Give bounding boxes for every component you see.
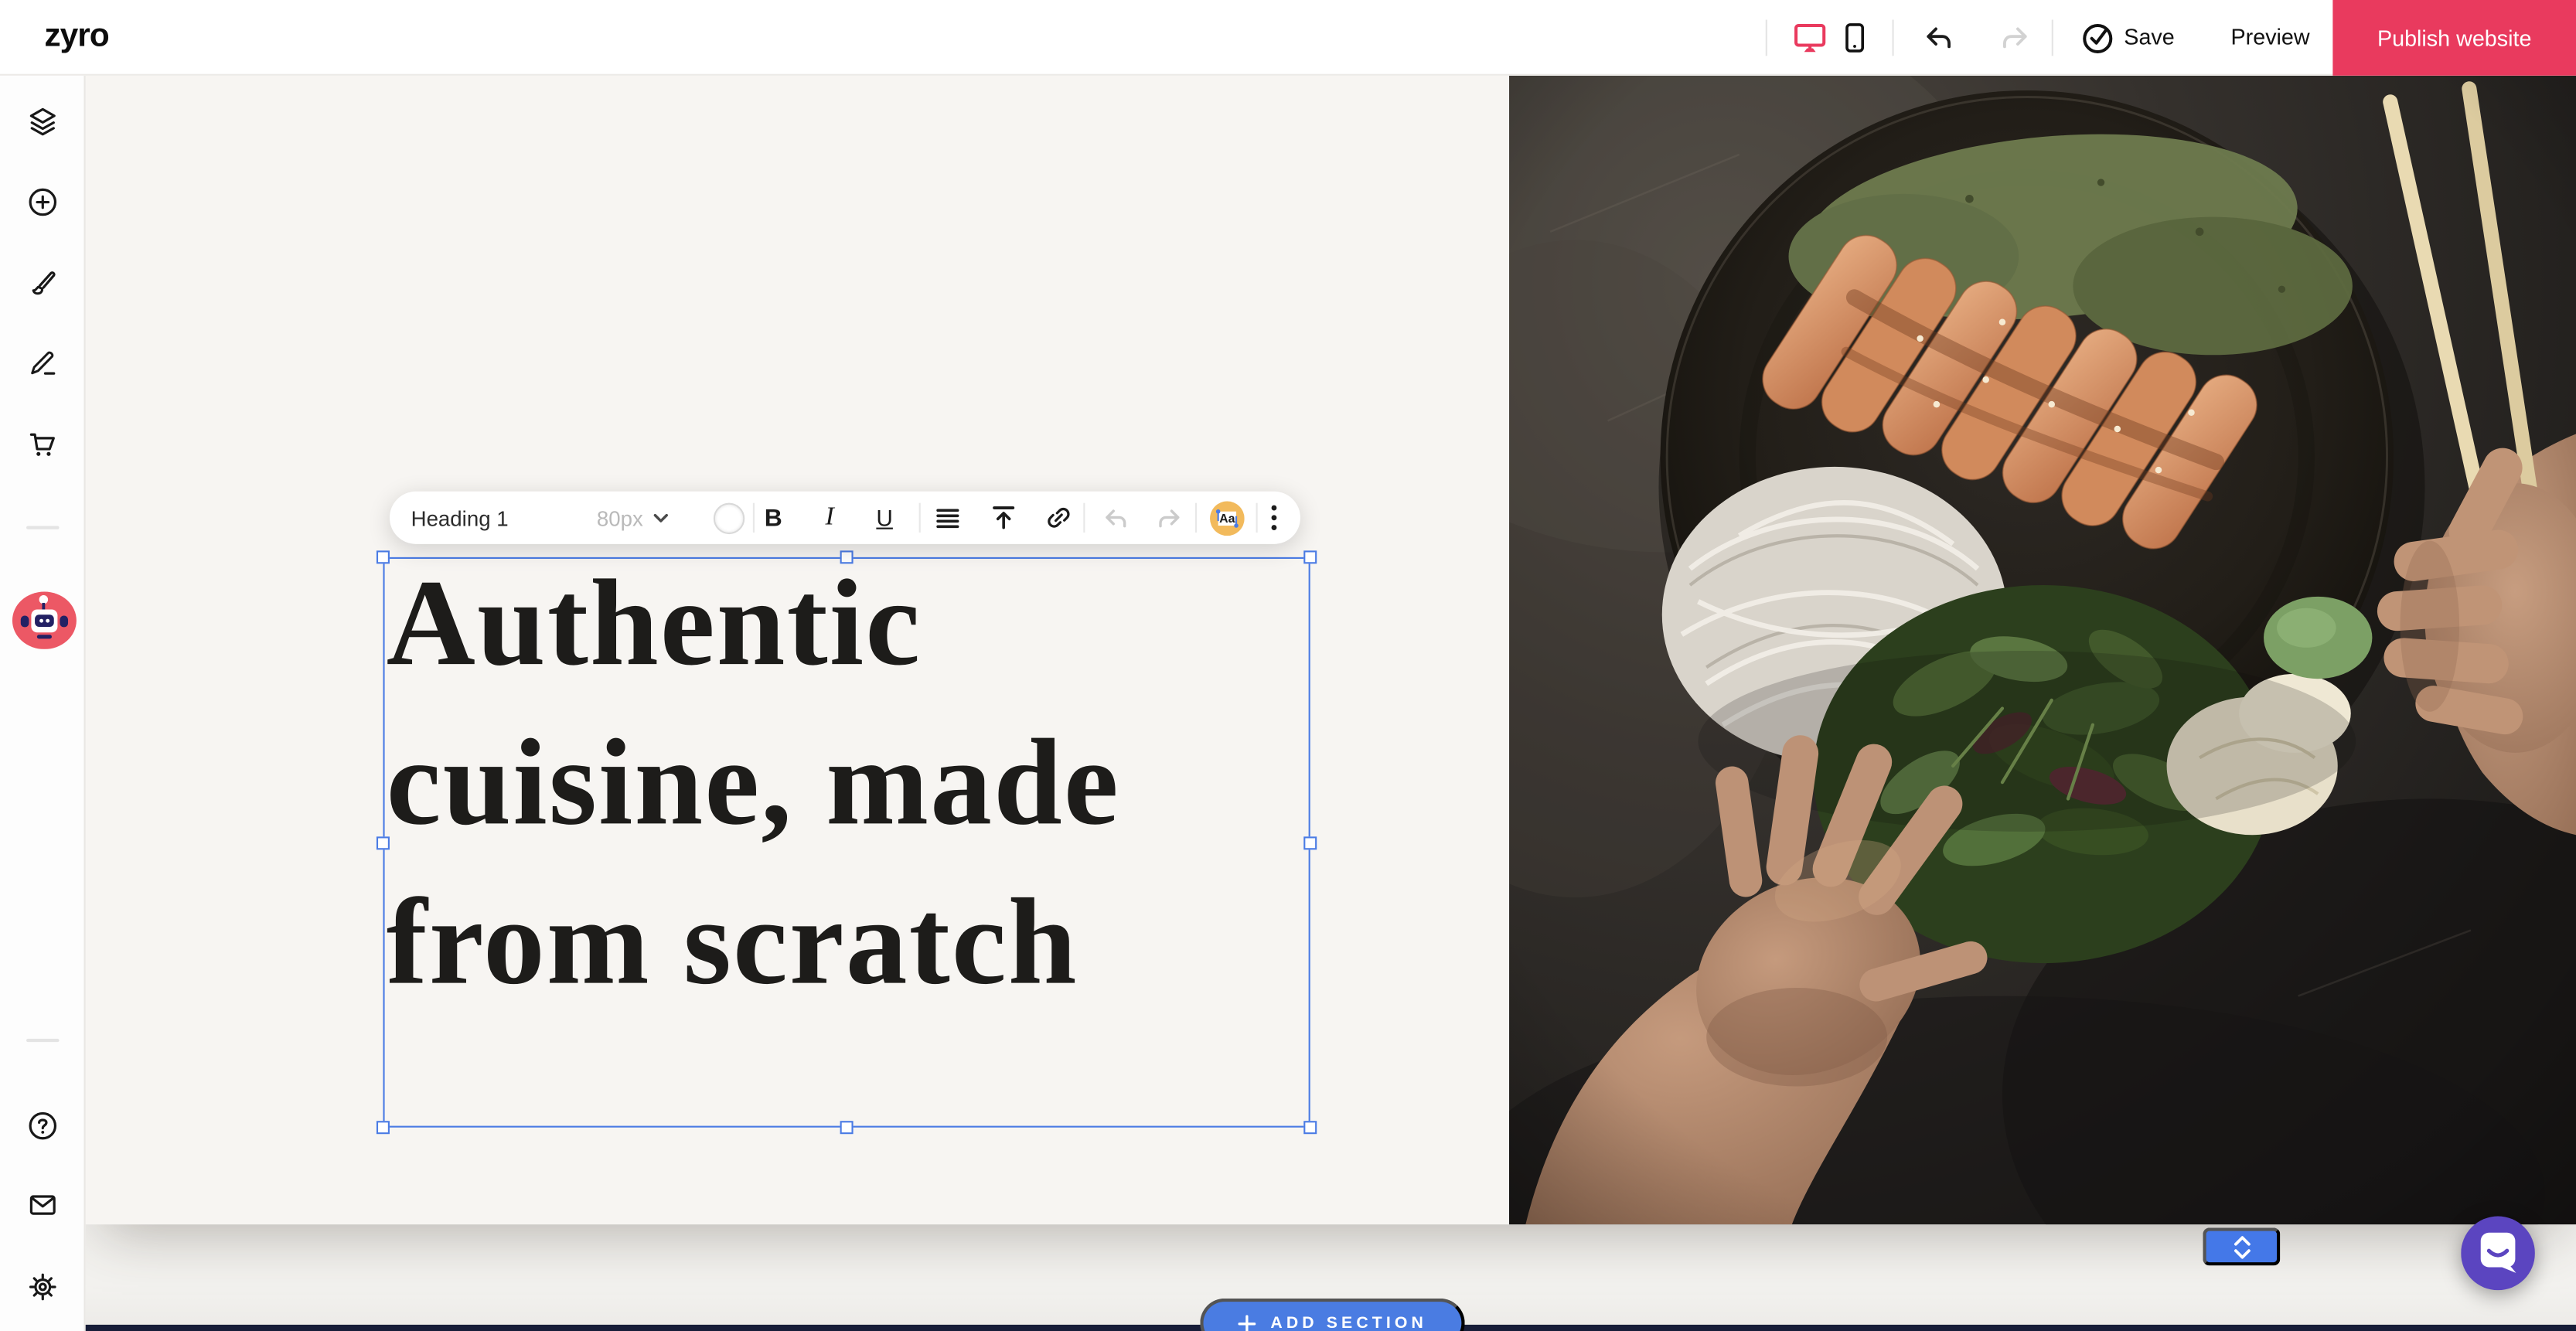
resize-handle[interactable] <box>377 1121 390 1134</box>
add-circle-icon <box>26 186 60 219</box>
save-label[interactable]: Save <box>2124 25 2174 49</box>
save-button[interactable] <box>2080 20 2116 56</box>
desktop-icon <box>1792 20 1828 56</box>
mail-icon <box>26 1188 60 1221</box>
chat-bubble-icon <box>2461 1217 2535 1291</box>
hero-heading[interactable]: Authentic cuisine, made from scratch <box>387 544 1120 1023</box>
sidebar-item-store[interactable] <box>26 427 60 461</box>
undo-icon <box>1102 504 1130 532</box>
plus-icon <box>1238 1314 1256 1331</box>
redo-icon <box>1999 22 2033 55</box>
resize-handle[interactable] <box>1303 836 1317 849</box>
sidebar-divider <box>26 526 60 529</box>
chat-widget-button[interactable] <box>2461 1217 2535 1291</box>
topbar-divider <box>1892 20 1893 56</box>
undo-icon <box>1922 22 1955 55</box>
svg-text:Aa: Aa <box>1219 512 1235 525</box>
zyro-logo[interactable]: zyro <box>44 18 108 56</box>
heading-line: Authentic <box>387 544 1120 703</box>
sidebar-item-contact[interactable] <box>26 1188 60 1221</box>
text-color-picker[interactable] <box>714 492 745 544</box>
resize-handle[interactable] <box>840 1121 854 1134</box>
text-align-button[interactable] <box>935 492 960 544</box>
toolbar-redo-button[interactable] <box>1156 492 1184 544</box>
resize-handle[interactable] <box>840 550 854 563</box>
desktop-view-button[interactable] <box>1792 20 1828 56</box>
save-check-icon <box>2080 20 2116 56</box>
resize-handle[interactable] <box>1303 1121 1317 1134</box>
chevron-down-icon <box>653 512 669 523</box>
toolbar-divider <box>1195 503 1197 533</box>
cart-icon <box>26 427 60 461</box>
ai-text-generator-button[interactable]: Aa <box>1210 492 1245 544</box>
layers-icon <box>26 105 60 138</box>
underline-button[interactable]: U <box>876 492 893 544</box>
help-icon <box>26 1109 60 1142</box>
more-options-button[interactable] <box>1271 492 1278 544</box>
heading-line: from scratch <box>387 863 1120 1022</box>
ai-text-badge-icon: Aa <box>1210 500 1245 535</box>
heading-line: cuisine, made <box>387 703 1120 863</box>
mobile-view-button[interactable] <box>1836 20 1872 56</box>
sidebar-divider <box>26 1039 60 1042</box>
redo-icon <box>1156 504 1184 532</box>
redo-button[interactable] <box>1998 20 2034 56</box>
topbar-divider <box>2052 20 2053 56</box>
ai-assistant-avatar-icon <box>12 592 77 649</box>
link-button[interactable] <box>1045 492 1072 544</box>
canvas-workspace: Authentic cuisine, made from scratch Hea… <box>86 76 2576 1331</box>
sidebar-item-help[interactable] <box>26 1109 60 1142</box>
align-justify-icon <box>935 506 960 530</box>
publish-website-button[interactable]: Publish website <box>2332 0 2576 76</box>
bold-button[interactable]: B <box>765 492 782 544</box>
sidebar-item-add-element[interactable] <box>26 186 60 219</box>
add-section-button[interactable]: ADD SECTION <box>1200 1299 1464 1331</box>
sidebar-item-ai-assistant[interactable] <box>12 592 77 649</box>
sidebar-item-settings[interactable] <box>26 1271 60 1304</box>
vertical-align-top-button[interactable] <box>991 492 1016 544</box>
undo-button[interactable] <box>1920 20 1957 56</box>
toolbar-divider <box>1256 503 1258 533</box>
link-icon <box>1045 505 1072 531</box>
hero-section[interactable]: Authentic cuisine, made from scratch Hea… <box>86 76 2576 1224</box>
settings-icon <box>26 1271 60 1304</box>
topbar-divider <box>1766 20 1767 56</box>
kebab-menu-icon <box>1271 505 1278 531</box>
color-swatch <box>714 502 745 533</box>
preview-button[interactable]: Preview <box>2231 25 2310 49</box>
toolbar-divider <box>1083 503 1085 533</box>
toolbar-undo-button[interactable] <box>1102 492 1130 544</box>
resize-handle[interactable] <box>377 836 390 849</box>
toolbar-divider <box>919 503 921 533</box>
zyro-builder: zyro <box>0 0 2576 1331</box>
reorder-section-button[interactable] <box>2203 1227 2280 1265</box>
hero-food-image[interactable] <box>1509 76 2576 1224</box>
align-top-icon <box>991 505 1016 531</box>
builder-sidebar <box>0 76 86 1331</box>
mobile-icon <box>1838 20 1871 56</box>
resize-handle[interactable] <box>1303 550 1317 563</box>
paintbrush-icon <box>26 266 60 299</box>
pencil-icon <box>26 347 60 380</box>
toolbar-divider <box>753 503 755 533</box>
text-toolbar: Heading 1 80px B I U <box>390 492 1300 544</box>
font-size-dropdown[interactable] <box>653 492 669 544</box>
sidebar-item-layers[interactable] <box>26 105 60 138</box>
sidebar-item-styles[interactable] <box>26 266 60 299</box>
font-size-value[interactable]: 80px <box>597 492 643 544</box>
top-bar: zyro <box>0 0 2576 76</box>
sidebar-item-edit-text[interactable] <box>26 347 60 380</box>
move-up-down-icon <box>2230 1232 2253 1261</box>
add-section-label: ADD SECTION <box>1270 1314 1427 1331</box>
resize-handle[interactable] <box>377 550 390 563</box>
italic-button[interactable]: I <box>825 492 833 544</box>
text-style-dropdown[interactable]: Heading 1 <box>411 492 509 544</box>
